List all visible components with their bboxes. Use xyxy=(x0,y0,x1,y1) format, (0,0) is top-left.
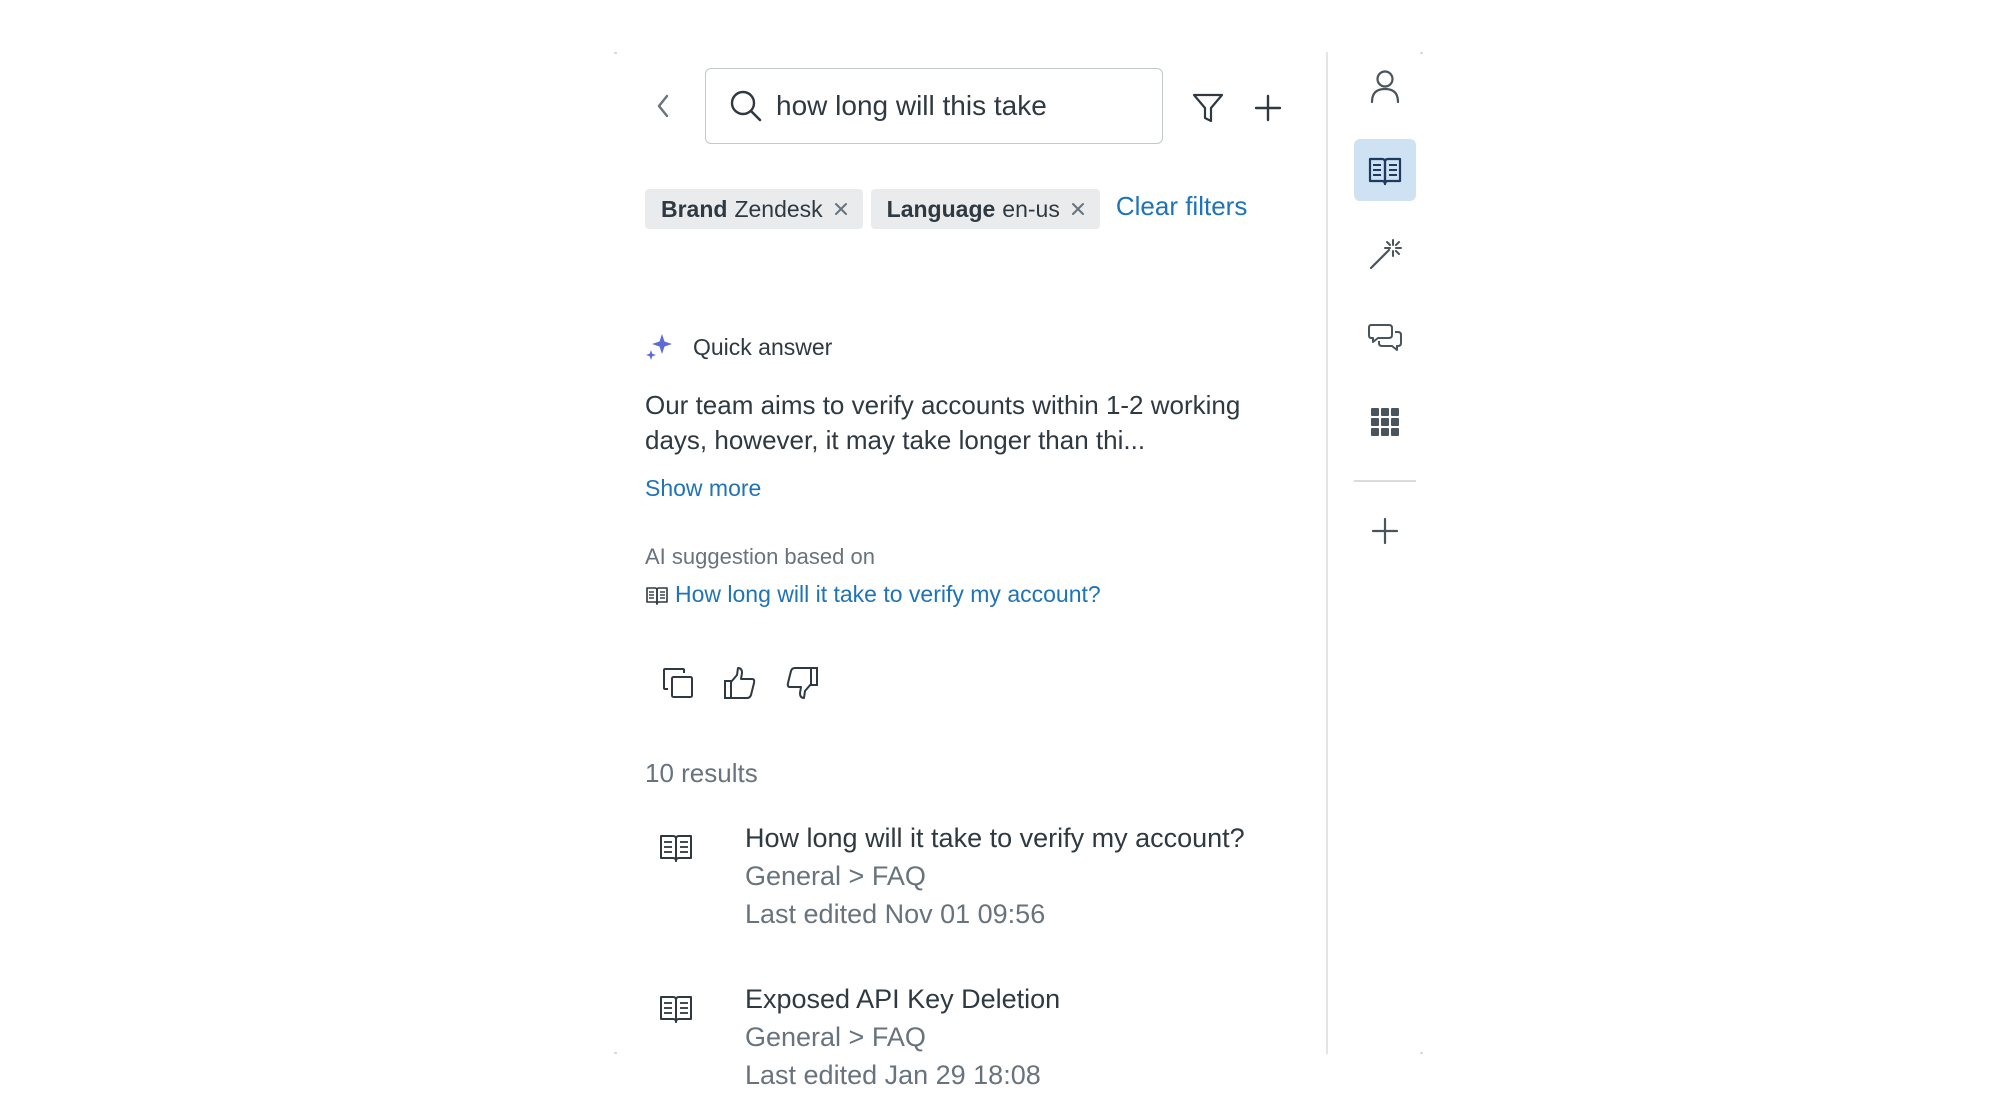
result-item[interactable]: Exposed API Key Deletion General > FAQ L… xyxy=(645,980,1285,1098)
rail-add-button[interactable] xyxy=(1354,500,1416,562)
copy-icon xyxy=(663,668,693,698)
rail-ai-button[interactable] xyxy=(1354,223,1416,285)
plus-icon xyxy=(1371,517,1399,545)
search-icon xyxy=(730,90,762,122)
rail-knowledge-button[interactable] xyxy=(1354,139,1416,201)
source-article-link[interactable]: How long will it take to verify my accou… xyxy=(645,581,1101,608)
result-item[interactable]: How long will it take to verify my accou… xyxy=(645,819,1285,939)
frame-corner xyxy=(1420,52,1423,54)
thumbs-up-button[interactable] xyxy=(720,663,760,703)
panel-divider xyxy=(1326,52,1328,1054)
result-title: How long will it take to verify my accou… xyxy=(745,823,1245,853)
book-icon xyxy=(660,835,692,862)
app-frame: Brand Zendesk Language en-us Clear filte… xyxy=(0,0,2000,1098)
result-path: General > FAQ xyxy=(745,1022,926,1052)
clear-filters-link[interactable]: Clear filters xyxy=(1116,191,1247,222)
book-icon xyxy=(646,586,668,605)
filter-button[interactable] xyxy=(1188,88,1228,128)
filter-chip-brand[interactable]: Brand Zendesk xyxy=(645,189,863,229)
thumbs-down-icon xyxy=(786,667,818,699)
sparkle-icon xyxy=(646,334,672,360)
add-button[interactable] xyxy=(1248,88,1288,128)
chevron-left-icon xyxy=(657,94,669,118)
source-article-title: How long will it take to verify my accou… xyxy=(675,581,1101,607)
frame-corner xyxy=(614,1052,617,1054)
close-icon[interactable] xyxy=(833,201,849,217)
book-icon xyxy=(660,996,692,1023)
active-filters: Brand Zendesk Language en-us Clear filte… xyxy=(645,189,1247,229)
quick-answer-header: Quick answer xyxy=(645,332,832,362)
rail-conversations-button[interactable] xyxy=(1354,307,1416,369)
ai-suggestion-label: AI suggestion based on xyxy=(645,544,875,569)
result-text: How long will it take to verify my accou… xyxy=(745,819,1245,933)
chip-key: Language xyxy=(886,195,996,222)
result-last-edited: Last edited Nov 01 09:56 xyxy=(745,899,1046,929)
frame-corner xyxy=(1420,1052,1423,1054)
plus-icon xyxy=(1254,94,1282,122)
knowledge-panel: Brand Zendesk Language en-us Clear filte… xyxy=(610,52,1325,1090)
chat-bubbles-icon xyxy=(1368,324,1402,351)
apps-grid-icon xyxy=(1371,408,1399,436)
thumbs-down-button[interactable] xyxy=(782,663,822,703)
magic-wand-icon xyxy=(1369,239,1402,270)
search-input[interactable] xyxy=(776,86,1136,126)
search-box[interactable] xyxy=(705,68,1163,144)
rail-divider xyxy=(1354,480,1416,482)
close-icon[interactable] xyxy=(1070,201,1086,217)
chip-key: Brand xyxy=(661,195,728,222)
copy-button[interactable] xyxy=(658,663,698,703)
quick-answer-title: Quick answer xyxy=(693,333,833,360)
answer-feedback-actions xyxy=(658,663,844,703)
chip-value: Zendesk xyxy=(734,195,823,222)
quick-answer-text: Our team aims to verify accounts within … xyxy=(645,390,1241,455)
result-last-edited: Last edited Jan 29 18:08 xyxy=(745,1060,1041,1090)
chip-value: en-us xyxy=(1002,195,1060,222)
result-title: Exposed API Key Deletion xyxy=(745,984,1061,1014)
show-more-link[interactable]: Show more xyxy=(645,475,761,502)
rail-apps-button[interactable] xyxy=(1354,391,1416,453)
result-text: Exposed API Key Deletion General > FAQ L… xyxy=(745,980,1060,1094)
rail-user-button[interactable] xyxy=(1354,55,1416,117)
back-button[interactable] xyxy=(645,86,681,126)
user-icon xyxy=(1370,70,1400,104)
thumbs-up-icon xyxy=(724,667,756,699)
knowledge-book-icon xyxy=(1368,157,1402,186)
filter-icon xyxy=(1192,93,1224,123)
result-path: General > FAQ xyxy=(745,861,926,891)
filter-chip-language[interactable]: Language en-us xyxy=(870,189,1100,229)
results-count: 10 results xyxy=(645,758,758,788)
